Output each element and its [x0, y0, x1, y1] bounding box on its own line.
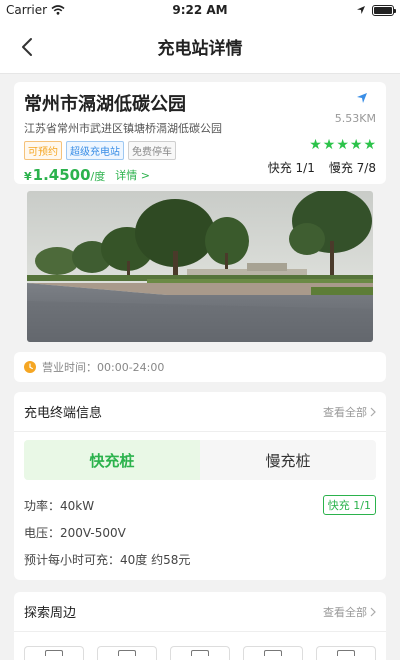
tag-bookable: 可预约 — [24, 141, 62, 160]
explore-category-item[interactable] — [316, 646, 376, 660]
fast-charger-badge: 快充 1/1 — [322, 495, 376, 515]
terminal-info-card: 充电终端信息 查看全部 快充桩 慢充桩 功率：40kW 快充 1/1 电压：20… — [14, 392, 386, 580]
back-button[interactable] — [14, 34, 40, 60]
status-bar: Carrier 9:22 AM — [0, 0, 400, 20]
explore-category-item[interactable] — [24, 646, 84, 660]
station-address: 江苏省常州市武进区镇塘桥滆湖低碳公园 — [24, 122, 222, 135]
chevron-left-icon — [22, 38, 32, 56]
price-detail-link[interactable]: 详情 > — [115, 167, 150, 183]
star-icon: ★ — [309, 137, 322, 153]
explore-category-item[interactable] — [97, 646, 157, 660]
page-title: 充电站详情 — [157, 39, 243, 59]
view-all-label: 查看全部 — [323, 605, 367, 619]
toilet-icon — [264, 650, 282, 656]
terminal-view-all-link[interactable]: 查看全部 — [323, 404, 376, 420]
business-hours: 营业时间：00:00-24:00 — [42, 361, 165, 374]
explore-section-title: 探索周边 — [24, 606, 77, 621]
explore-category-item[interactable] — [170, 646, 230, 660]
station-distance: 5.53KM — [334, 112, 376, 125]
view-all-label: 查看全部 — [323, 405, 367, 419]
star-icon: ★ — [322, 137, 336, 153]
charger-voltage: 电压：200V-500V — [24, 526, 126, 540]
station-photo — [27, 191, 373, 342]
price-unit: /度 — [90, 170, 106, 183]
navigation-bar: 充电站详情 — [0, 20, 400, 74]
tab-fast-charger[interactable]: 快充桩 — [24, 440, 200, 480]
explore-nearby-card: 探索周边 查看全部 — [14, 592, 386, 660]
chevron-right-icon — [370, 607, 376, 616]
slow-charge-count: 慢充 7/8 — [328, 161, 376, 175]
station-name: 常州市滆湖低碳公园 — [24, 94, 186, 115]
store-icon — [118, 650, 136, 656]
tab-slow-charger[interactable]: 慢充桩 — [200, 440, 376, 480]
explore-view-all-link[interactable]: 查看全部 — [323, 604, 376, 620]
charger-type-tabs: 快充桩 慢充桩 — [24, 440, 376, 480]
status-time: 9:22 AM — [172, 3, 228, 17]
charger-power: 功率：40kW — [24, 499, 95, 513]
fast-charge-count: 快充 1/1 — [267, 161, 315, 175]
clock-icon — [24, 361, 36, 373]
car-wash-icon — [337, 650, 355, 656]
tag-super-station: 超级充电站 — [66, 141, 124, 160]
rating-stars: ★ ★ ★ ★ ★ — [309, 138, 376, 152]
battery-icon — [372, 4, 396, 16]
terminal-section-header: 充电终端信息 查看全部 — [14, 392, 386, 432]
food-icon — [45, 650, 63, 656]
price-currency: ¥ — [24, 170, 32, 183]
tag-free-parking: 免费停车 — [128, 141, 176, 160]
hotel-icon — [191, 650, 209, 656]
star-icon: ★ — [349, 137, 363, 153]
explore-section-header: 探索周边 查看全部 — [14, 592, 386, 632]
explore-category-item[interactable] — [243, 646, 303, 660]
station-info-card: 常州市滆湖低碳公园 5.53KM 江苏省常州市武进区镇塘桥滆湖低碳公园 可预约 … — [14, 82, 386, 184]
star-icon: ★ — [336, 137, 349, 153]
price-value: 1.4500 — [32, 166, 91, 184]
star-icon: ★ — [363, 137, 376, 153]
explore-category-row — [24, 646, 376, 660]
park-photo-image — [27, 191, 373, 342]
navigate-icon[interactable] — [356, 92, 368, 104]
business-hours-card: 营业时间：00:00-24:00 — [14, 352, 386, 382]
terminal-section-title: 充电终端信息 — [24, 406, 103, 421]
charge-estimate: 预计每小时可充：40度 约58元 — [24, 553, 191, 567]
price: ¥1.4500/度 — [24, 166, 105, 184]
charger-counts: 快充 1/1 慢充 7/8 — [268, 159, 376, 176]
chevron-right-icon — [370, 407, 376, 416]
